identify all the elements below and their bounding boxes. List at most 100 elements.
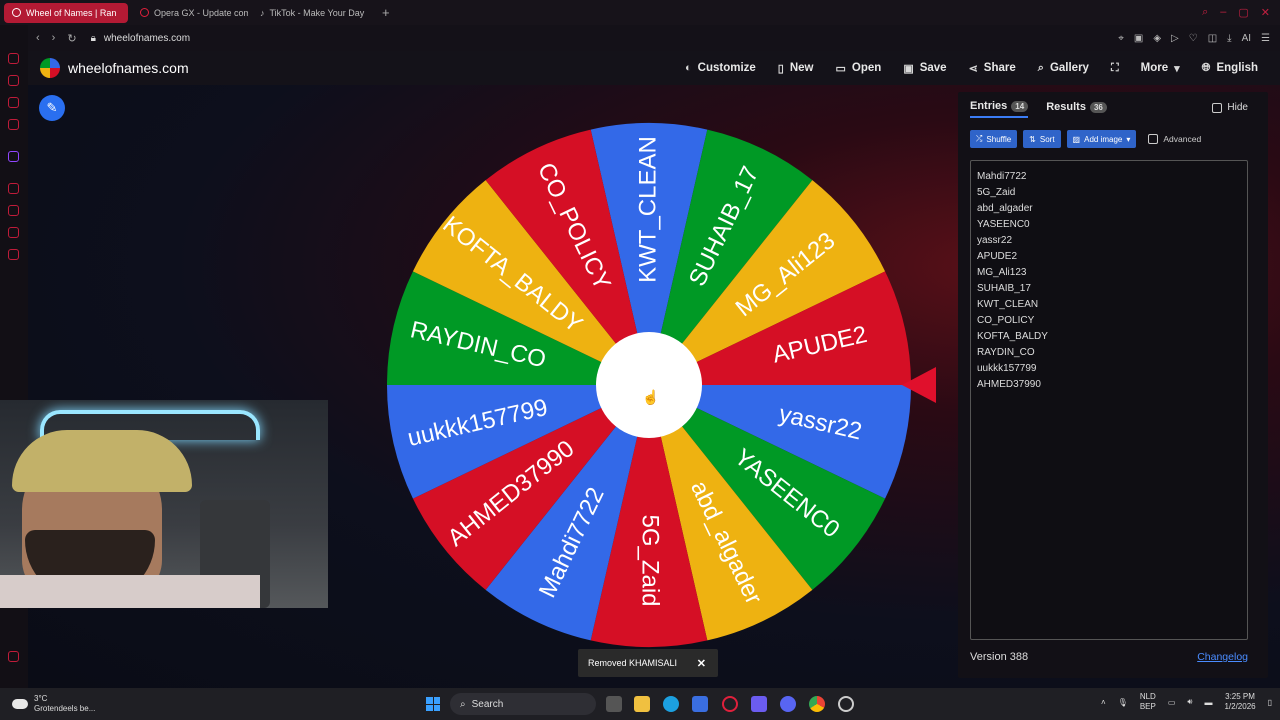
start-button[interactable] [426,697,440,711]
wheel-center[interactable] [596,332,702,438]
wheel-logo-icon[interactable] [40,58,60,78]
site-name[interactable]: wheelofnames.com [68,60,189,76]
add-image-button[interactable]: ▨ Add image ▾ [1066,130,1137,148]
gallery-label: Gallery [1049,62,1089,74]
customize-button[interactable]: ◐ Customize [685,62,756,74]
weather-desc: Grotendeels be... [34,704,96,713]
steam-icon[interactable] [838,696,854,712]
play-icon[interactable]: ▷ [1171,33,1179,44]
entry-line[interactable]: Mahdi7722 [977,169,1241,185]
save-button[interactable]: ▣ Save [903,62,946,75]
maximize-icon[interactable]: ▢ [1238,6,1248,19]
search-tabs-icon[interactable]: ⌕ [1202,6,1208,19]
new-tab-button[interactable]: + [382,5,390,20]
opera-gx-icon[interactable] [722,696,738,712]
forward-icon[interactable]: › [52,32,56,45]
chrome-icon[interactable] [809,696,825,712]
sidebar-history-icon[interactable] [8,183,19,194]
sidebar-clock-icon[interactable] [8,205,19,216]
pin-icon[interactable]: ⌖ [1118,33,1124,44]
microphone-icon[interactable]: 🎙︎ [1118,698,1128,707]
reload-icon[interactable]: ↻ [67,32,76,45]
new-button[interactable]: ▯ New [778,62,814,75]
chevron-up-icon[interactable]: ˄ [1101,698,1106,707]
battery-icon[interactable]: ▬ [1204,698,1212,707]
wheel[interactable]: KWT_CLEAN SUHAIB_17 MG_Ali123 APUDE2 yassr22… [384,120,914,650]
entry-line[interactable]: 5G_Zaid [977,185,1241,201]
toast-close-icon[interactable]: ✕ [697,657,706,670]
monitor-icon[interactable]: ▭ [1168,698,1176,707]
changelog-link[interactable]: Changelog [1197,651,1248,663]
edge-icon[interactable] [663,696,679,712]
entry-line[interactable]: KWT_CLEAN [977,297,1241,313]
entry-line[interactable]: AHMED37990 [977,377,1241,393]
app-icon[interactable] [751,696,767,712]
language-button[interactable]: 🌐︎ English [1202,62,1258,75]
language-indicator[interactable]: NLD BEP [1140,692,1156,712]
url-text[interactable]: wheelofnames.com [104,33,190,44]
sidebar-gx-control-icon[interactable] [8,53,19,64]
advanced-label: Advanced [1163,134,1202,144]
snapshot-icon[interactable]: ▣ [1134,33,1143,44]
tab-tiktok[interactable]: ♪ TikTok - Make Your Day [252,3,372,23]
open-button[interactable]: ▭ Open [836,62,882,75]
tab-wheel-of-names[interactable]: Wheel of Names | Ran [4,2,128,23]
entry-line[interactable]: uukkk157799 [977,361,1241,377]
advanced-toggle[interactable]: Advanced [1148,134,1201,144]
heart-icon[interactable]: ♡ [1189,33,1198,44]
wheel-graphic[interactable]: KWT_CLEAN SUHAIB_17MG_Ali123APUDE2yassr22… [384,120,914,650]
share-button[interactable]: ⋖ Share [969,62,1016,75]
sidebar-gx-icon[interactable] [8,651,19,662]
entry-line[interactable]: MG_Ali123 [977,265,1241,281]
entries-textarea[interactable]: Mahdi7722 5G_Zaid abd_algader YASEENC0 yassr… [970,160,1248,640]
more-button[interactable]: More ▾ [1141,62,1180,75]
entry-line[interactable]: SUHAIB_17 [977,281,1241,297]
shuffle-button[interactable]: ⤮ Shuffle [970,130,1018,148]
taskbar-search[interactable]: ⌕ Search [450,693,596,715]
sidebar-messenger-icon[interactable] [8,97,19,108]
entry-line[interactable]: APUDE2 [977,249,1241,265]
hide-checkbox[interactable] [1212,102,1223,113]
weather-widget[interactable]: 3°C Grotendeels be... [12,694,95,714]
share-label: Share [983,62,1016,74]
sidebar-twitch-icon[interactable] [8,151,19,162]
tab-results[interactable]: Results 36 [1046,100,1107,118]
minimize-icon[interactable]: – [1220,6,1226,19]
sidebar-music-icon[interactable] [8,75,19,86]
notification-icon[interactable]: ▯ [1268,698,1272,707]
back-icon[interactable]: ‹ [36,32,40,45]
gallery-button[interactable]: ⌕ Gallery [1038,62,1089,75]
ai-button[interactable]: AI [1242,33,1251,44]
url-field[interactable]: 🔒︎ wheelofnames.com [91,33,190,44]
entry-line[interactable]: yassr22 [977,233,1241,249]
sidebar-player-icon[interactable] [8,227,19,238]
entry-line[interactable]: abd_algader [977,201,1241,217]
tab-entries[interactable]: Entries 14 [970,100,1029,118]
entry-line[interactable]: KOFTA_BALDY [977,329,1241,345]
task-view-icon[interactable] [606,696,622,712]
vpn-icon[interactable]: ◈ [1153,33,1161,44]
save-icon: ▣ [903,62,914,75]
sort-button[interactable]: ⇅ Sort [1023,130,1061,148]
tab-opera-gx-update[interactable]: Opera GX - Update comp [132,3,248,23]
hide-label: Hide [1227,102,1248,113]
wallet-icon[interactable]: ◫ [1208,33,1217,44]
clock[interactable]: 3:25 PM 1/2/2026 [1224,692,1255,712]
close-window-icon[interactable]: ✕ [1261,6,1270,19]
menu-icon[interactable]: ☰ [1261,33,1270,44]
entry-line[interactable]: YASEENC0 [977,217,1241,233]
hide-toggle[interactable]: Hide [1212,102,1248,113]
store-icon[interactable] [692,696,708,712]
file-explorer-icon[interactable] [634,696,650,712]
sidebar-instagram-icon[interactable] [8,119,19,130]
edit-wheel-button[interactable]: ✎ [39,95,65,121]
download-icon[interactable]: ⤓ [1227,33,1231,44]
advanced-checkbox[interactable] [1148,134,1159,144]
lock-icon: 🔒︎ [90,32,96,44]
entry-line[interactable]: RAYDIN_CO [977,345,1241,361]
entry-line[interactable]: CO_POLICY [977,313,1241,329]
discord-icon[interactable] [780,696,796,712]
speaker-icon[interactable]: 🔊︎ [1187,697,1192,707]
fullscreen-button[interactable]: ⛶ [1111,62,1119,75]
sidebar-settings-icon[interactable] [8,249,19,260]
